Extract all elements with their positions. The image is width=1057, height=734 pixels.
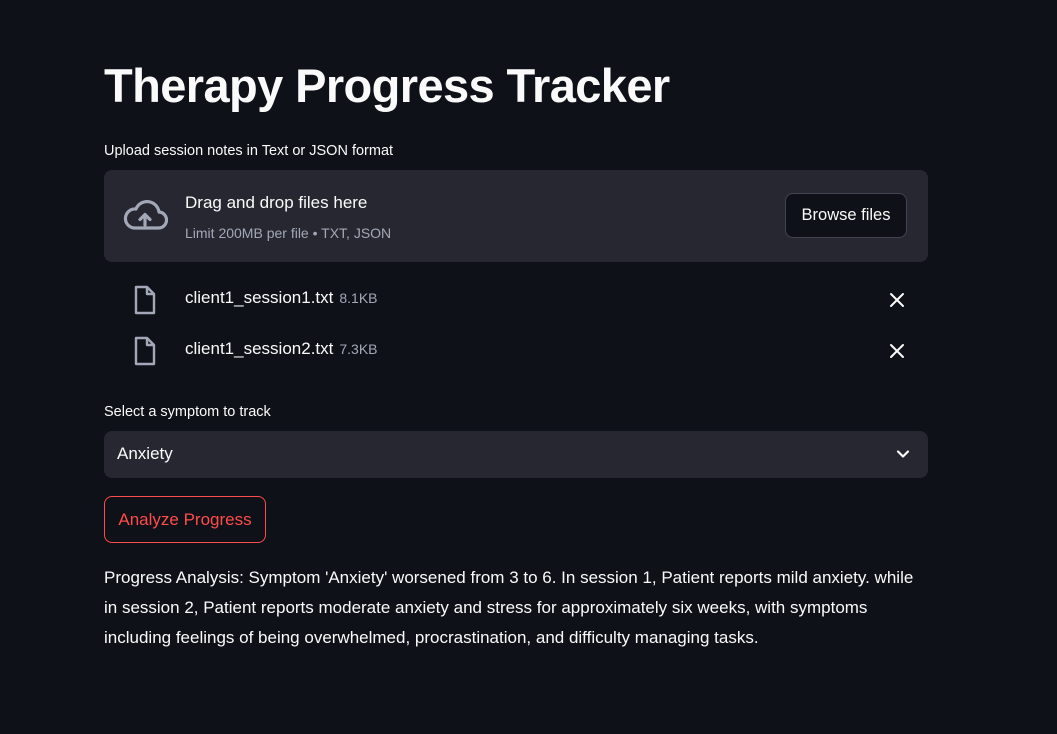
symptom-select-value: Anxiety (117, 444, 173, 463)
file-name: client1_session1.txt (185, 288, 334, 307)
chevron-down-icon (896, 450, 910, 458)
uploader-label: Upload session notes in Text or JSON for… (104, 143, 394, 159)
uploaded-file-item: client1_session2.txt 7.3KB (104, 330, 928, 370)
browse-files-button[interactable]: Browse files (785, 193, 907, 238)
progress-analysis-text: Progress Analysis: Symptom 'Anxiety' wor… (104, 568, 914, 647)
close-icon (890, 293, 904, 307)
file-info: client1_session1.txt 8.1KB (185, 288, 378, 308)
cloud-upload-icon (123, 199, 168, 230)
file-size: 8.1KB (339, 290, 378, 306)
file-name: client1_session2.txt (185, 339, 334, 358)
file-info: client1_session2.txt 7.3KB (185, 339, 378, 359)
dropzone-limit-text: Limit 200MB per file • TXT, JSON (185, 225, 392, 241)
symptom-select[interactable]: Anxiety (104, 431, 928, 478)
file-dropzone[interactable]: Drag and drop files here Limit 200MB per… (104, 170, 928, 262)
remove-file-button[interactable] (884, 287, 910, 313)
page-title: Therapy Progress Tracker (104, 59, 670, 112)
file-icon (134, 285, 156, 315)
analyze-progress-button[interactable]: Analyze Progress (104, 496, 266, 543)
close-icon (890, 344, 904, 358)
dropzone-instructions: Drag and drop files here (185, 193, 368, 212)
uploaded-file-item: client1_session1.txt 8.1KB (104, 279, 928, 319)
file-icon (134, 336, 156, 366)
symptom-select-label: Select a symptom to track (104, 404, 271, 420)
remove-file-button[interactable] (884, 338, 910, 364)
file-size: 7.3KB (339, 341, 378, 357)
